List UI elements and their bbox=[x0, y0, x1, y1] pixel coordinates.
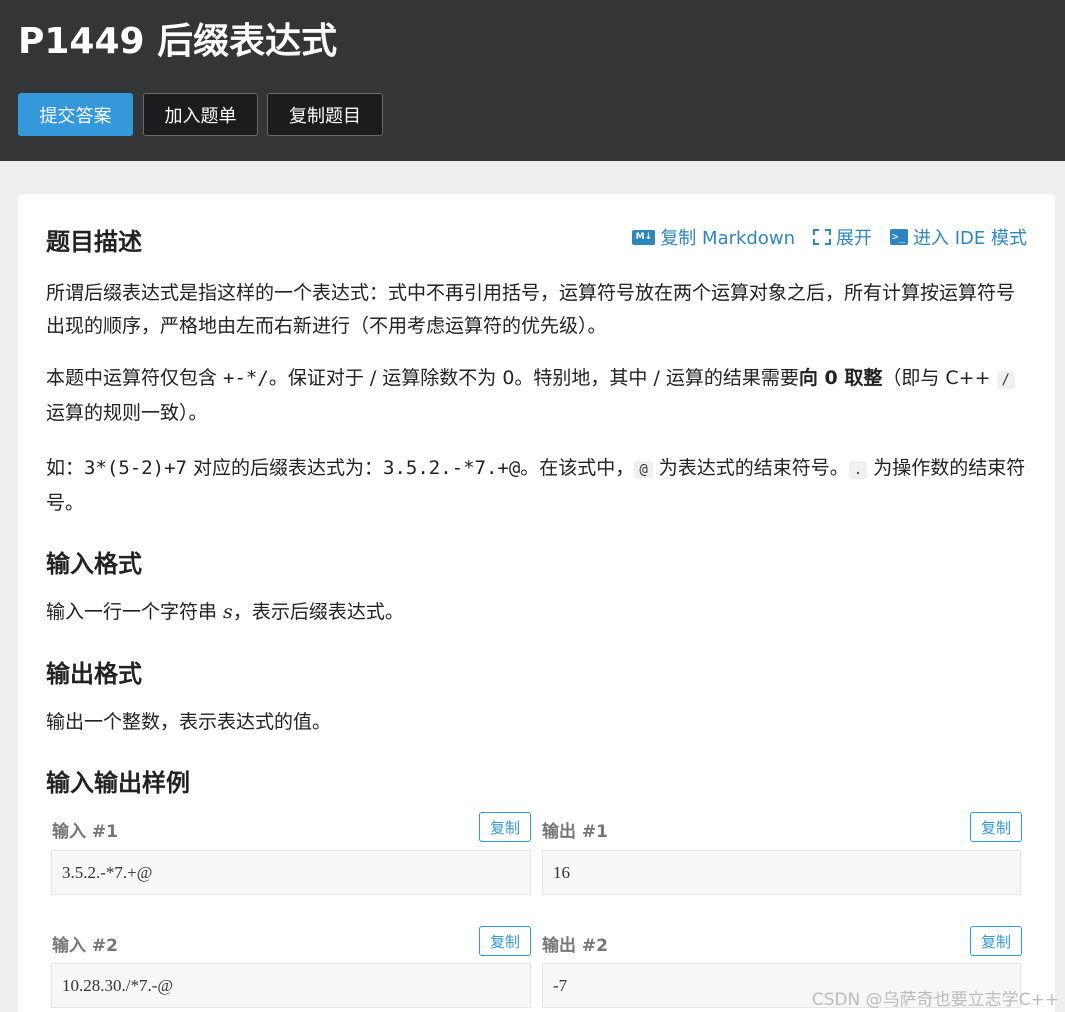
text-span: 运算的规则一致）。 bbox=[46, 402, 208, 424]
inline-code: . bbox=[848, 461, 868, 479]
page-title: P1449 后缀表达式 bbox=[18, 21, 338, 62]
math-variable: s bbox=[223, 601, 233, 623]
expand-label: 展开 bbox=[836, 228, 872, 249]
expand-icon bbox=[813, 229, 831, 245]
text-span: 。保证对于 / 运算除数不为 0。特别地，其中 / 运算的结果需要 bbox=[268, 367, 799, 389]
text-span: 为表达式的结束符号。 bbox=[652, 457, 849, 479]
emphasis-text: 向 0 取整 bbox=[798, 367, 883, 389]
output-format-text: 输出一个整数，表示表达式的值。 bbox=[46, 711, 332, 733]
problem-header: P1449 后缀表达式 提交答案 加入题单 复制题目 bbox=[0, 0, 1065, 161]
sample-input-box[interactable]: 10.28.30./*7.-@ bbox=[51, 963, 531, 1008]
text-span: （即与 C++ bbox=[882, 367, 997, 389]
copy-problem-button[interactable]: 复制题目 bbox=[267, 93, 383, 136]
copy-markdown-label: 复制 Markdown bbox=[660, 228, 795, 249]
description-paragraph-1: 所谓后缀表达式是指这样的一个表达式：式中不再引用括号，运算符号放在两个运算对象之… bbox=[46, 282, 1016, 337]
sample-output-label: 输出 #2 bbox=[542, 936, 608, 956]
text-span: 如： bbox=[46, 457, 85, 479]
text-span: 输入一行一个字符串 bbox=[46, 601, 224, 623]
markdown-icon: M↓ bbox=[632, 229, 656, 245]
expand-link[interactable]: 展开 bbox=[813, 224, 872, 250]
sample-output-label: 输出 #1 bbox=[542, 822, 608, 842]
add-to-list-button[interactable]: 加入题单 bbox=[143, 93, 258, 136]
copy-input-button[interactable]: 复制 bbox=[479, 812, 531, 842]
card-toolbar: M↓ 复制 Markdown 展开 >_ 进入 IDE 模式 bbox=[632, 224, 1027, 250]
operators-text: +-*/ bbox=[223, 367, 269, 389]
problem-card: 题目描述 M↓ 复制 Markdown 展开 >_ 进入 IDE 模式 所谓后缀… bbox=[18, 194, 1055, 1012]
description-paragraph-2: 本题中运算符仅包含 +-*/。保证对于 / 运算除数不为 0。特别地，其中 / … bbox=[46, 362, 1031, 430]
sample-input-box[interactable]: 3.5.2.-*7.+@ bbox=[51, 850, 531, 895]
input-format-text: 输入一行一个字符串 s，表示后缀表达式。 bbox=[46, 596, 1031, 629]
inline-code: @ bbox=[634, 461, 653, 479]
terminal-icon: >_ bbox=[890, 229, 908, 245]
text-span: ，表示后缀表达式。 bbox=[232, 601, 404, 623]
ide-mode-label: 进入 IDE 模式 bbox=[913, 228, 1027, 249]
text-span: 。在该式中， bbox=[520, 457, 635, 479]
copy-output-button[interactable]: 复制 bbox=[970, 926, 1022, 956]
text-span: 本题中运算符仅包含 bbox=[46, 367, 224, 389]
sample-input-label: 输入 #2 bbox=[52, 936, 118, 956]
input-format-heading: 输入格式 bbox=[46, 550, 142, 578]
text-span: 对应的后缀表达式为： bbox=[186, 457, 384, 479]
sample-output-box[interactable]: 16 bbox=[542, 850, 1021, 895]
submit-button[interactable]: 提交答案 bbox=[18, 93, 133, 136]
expression-text: 3*(5-2)+7 bbox=[84, 457, 187, 479]
description-paragraph-3: 如：3*(5-2)+7 对应的后缀表达式为：3.5.2.-*7.+@。在该式中，… bbox=[46, 452, 1031, 520]
description-heading: 题目描述 bbox=[46, 228, 142, 256]
postfix-expression-text: 3.5.2.-*7.+@ bbox=[383, 457, 521, 479]
samples-heading: 输入输出样例 bbox=[46, 769, 190, 797]
inline-code: / bbox=[996, 371, 1015, 389]
output-format-heading: 输出格式 bbox=[46, 660, 142, 688]
copy-markdown-link[interactable]: M↓ 复制 Markdown bbox=[632, 224, 795, 250]
copy-input-button[interactable]: 复制 bbox=[479, 926, 531, 956]
ide-mode-link[interactable]: >_ 进入 IDE 模式 bbox=[890, 224, 1027, 250]
watermark-text: CSDN @乌萨奇也要立志学C++ bbox=[811, 990, 1059, 1010]
copy-output-button[interactable]: 复制 bbox=[970, 812, 1022, 842]
sample-input-label: 输入 #1 bbox=[52, 822, 118, 842]
